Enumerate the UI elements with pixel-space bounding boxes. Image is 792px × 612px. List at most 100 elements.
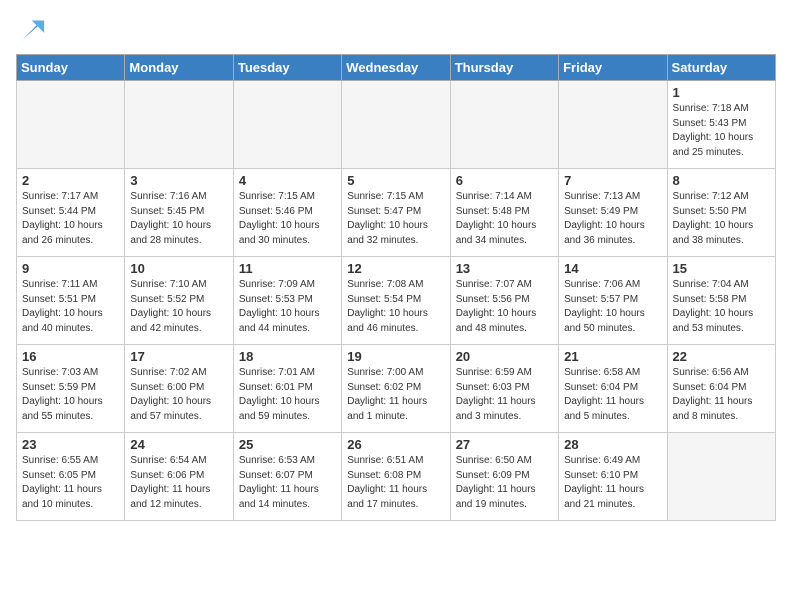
day-info: Sunrise: 7:06 AM Sunset: 5:57 PM Dayligh… [564, 278, 661, 336]
day-number: 3 [130, 173, 227, 188]
day-number: 1 [673, 85, 770, 100]
calendar-cell: 15 Sunrise: 7:04 AM Sunset: 5:58 PM Dayli… [667, 257, 775, 345]
calendar-cell: 16 Sunrise: 7:03 AM Sunset: 5:59 PM Dayli… [17, 345, 125, 433]
calendar-cell: 12 Sunrise: 7:08 AM Sunset: 5:54 PM Dayli… [342, 257, 450, 345]
day-number: 16 [22, 349, 119, 364]
day-info: Sunrise: 6:50 AM Sunset: 6:09 PM Dayligh… [456, 454, 553, 512]
day-info: Sunrise: 7:10 AM Sunset: 5:52 PM Dayligh… [130, 278, 227, 336]
day-number: 12 [347, 261, 444, 276]
day-number: 17 [130, 349, 227, 364]
calendar-cell: 19 Sunrise: 7:00 AM Sunset: 6:02 PM Dayli… [342, 345, 450, 433]
day-number: 19 [347, 349, 444, 364]
day-info: Sunrise: 6:54 AM Sunset: 6:06 PM Dayligh… [130, 454, 227, 512]
day-header-saturday: Saturday [667, 55, 775, 81]
calendar-cell: 18 Sunrise: 7:01 AM Sunset: 6:01 PM Dayli… [233, 345, 341, 433]
calendar-cell: 8Sunrise: 7:12 AM Sunset: 5:50 PM Daylig… [667, 169, 775, 257]
calendar-table: SundayMondayTuesdayWednesdayThursdayFrid… [16, 54, 776, 521]
day-number: 21 [564, 349, 661, 364]
day-info: Sunrise: 7:17 AM Sunset: 5:44 PM Dayligh… [22, 190, 119, 248]
day-number: 22 [673, 349, 770, 364]
day-info: Sunrise: 7:04 AM Sunset: 5:58 PM Dayligh… [673, 278, 770, 336]
day-info: Sunrise: 7:14 AM Sunset: 5:48 PM Dayligh… [456, 190, 553, 248]
day-number: 2 [22, 173, 119, 188]
day-number: 15 [673, 261, 770, 276]
calendar-cell: 14 Sunrise: 7:06 AM Sunset: 5:57 PM Dayli… [559, 257, 667, 345]
day-info: Sunrise: 7:00 AM Sunset: 6:02 PM Dayligh… [347, 366, 444, 424]
calendar-cell: 7 Sunrise: 7:13 AM Sunset: 5:49 PM Daylig… [559, 169, 667, 257]
day-number: 23 [22, 437, 119, 452]
day-number: 28 [564, 437, 661, 452]
day-info: Sunrise: 7:08 AM Sunset: 5:54 PM Dayligh… [347, 278, 444, 336]
day-number: 10 [130, 261, 227, 276]
calendar-cell: 9 Sunrise: 7:11 AM Sunset: 5:51 PM Daylig… [17, 257, 125, 345]
day-info: Sunrise: 7:02 AM Sunset: 6:00 PM Dayligh… [130, 366, 227, 424]
calendar-cell [450, 81, 558, 169]
calendar-cell: 23Sunrise: 6:55 AM Sunset: 6:05 PM Dayli… [17, 433, 125, 521]
day-info: Sunrise: 7:01 AM Sunset: 6:01 PM Dayligh… [239, 366, 336, 424]
day-header-monday: Monday [125, 55, 233, 81]
day-number: 25 [239, 437, 336, 452]
day-info: Sunrise: 7:13 AM Sunset: 5:49 PM Dayligh… [564, 190, 661, 248]
logo [16, 16, 46, 44]
day-info: Sunrise: 6:53 AM Sunset: 6:07 PM Dayligh… [239, 454, 336, 512]
calendar-cell: 25 Sunrise: 6:53 AM Sunset: 6:07 PM Dayli… [233, 433, 341, 521]
page-header [16, 16, 776, 44]
calendar-cell: 4Sunrise: 7:15 AM Sunset: 5:46 PM Daylig… [233, 169, 341, 257]
day-number: 4 [239, 173, 336, 188]
day-info: Sunrise: 7:15 AM Sunset: 5:47 PM Dayligh… [347, 190, 444, 248]
day-number: 18 [239, 349, 336, 364]
day-info: Sunrise: 6:58 AM Sunset: 6:04 PM Dayligh… [564, 366, 661, 424]
day-info: Sunrise: 7:09 AM Sunset: 5:53 PM Dayligh… [239, 278, 336, 336]
calendar-cell: 21 Sunrise: 6:58 AM Sunset: 6:04 PM Dayli… [559, 345, 667, 433]
calendar-cell [667, 433, 775, 521]
calendar-cell: 5 Sunrise: 7:15 AM Sunset: 5:47 PM Daylig… [342, 169, 450, 257]
week-row-3: 16 Sunrise: 7:03 AM Sunset: 5:59 PM Dayli… [17, 345, 776, 433]
calendar-cell: 28 Sunrise: 6:49 AM Sunset: 6:10 PM Dayli… [559, 433, 667, 521]
day-number: 7 [564, 173, 661, 188]
day-header-friday: Friday [559, 55, 667, 81]
calendar-cell [125, 81, 233, 169]
day-info: Sunrise: 7:11 AM Sunset: 5:51 PM Dayligh… [22, 278, 119, 336]
day-number: 13 [456, 261, 553, 276]
day-info: Sunrise: 7:07 AM Sunset: 5:56 PM Dayligh… [456, 278, 553, 336]
day-info: Sunrise: 6:56 AM Sunset: 6:04 PM Dayligh… [673, 366, 770, 424]
day-info: Sunrise: 7:16 AM Sunset: 5:45 PM Dayligh… [130, 190, 227, 248]
week-row-4: 23Sunrise: 6:55 AM Sunset: 6:05 PM Dayli… [17, 433, 776, 521]
day-header-tuesday: Tuesday [233, 55, 341, 81]
calendar-cell: 1 Sunrise: 7:18 AM Sunset: 5:43 PM Daylig… [667, 81, 775, 169]
day-number: 14 [564, 261, 661, 276]
calendar-cell: 27 Sunrise: 6:50 AM Sunset: 6:09 PM Dayli… [450, 433, 558, 521]
logo-icon [18, 16, 46, 44]
day-number: 11 [239, 261, 336, 276]
day-number: 24 [130, 437, 227, 452]
calendar-cell [17, 81, 125, 169]
day-number: 27 [456, 437, 553, 452]
calendar-cell [559, 81, 667, 169]
day-number: 9 [22, 261, 119, 276]
day-number: 20 [456, 349, 553, 364]
day-info: Sunrise: 6:51 AM Sunset: 6:08 PM Dayligh… [347, 454, 444, 512]
calendar-cell: 3 Sunrise: 7:16 AM Sunset: 5:45 PM Daylig… [125, 169, 233, 257]
calendar-cell: 13 Sunrise: 7:07 AM Sunset: 5:56 PM Dayli… [450, 257, 558, 345]
calendar-cell: 24 Sunrise: 6:54 AM Sunset: 6:06 PM Dayli… [125, 433, 233, 521]
calendar-cell: 20 Sunrise: 6:59 AM Sunset: 6:03 PM Dayli… [450, 345, 558, 433]
calendar-cell: 22 Sunrise: 6:56 AM Sunset: 6:04 PM Dayli… [667, 345, 775, 433]
week-row-0: 1 Sunrise: 7:18 AM Sunset: 5:43 PM Daylig… [17, 81, 776, 169]
day-header-wednesday: Wednesday [342, 55, 450, 81]
day-header-sunday: Sunday [17, 55, 125, 81]
day-info: Sunrise: 7:18 AM Sunset: 5:43 PM Dayligh… [673, 102, 770, 160]
day-info: Sunrise: 7:12 AM Sunset: 5:50 PM Dayligh… [673, 190, 770, 248]
calendar-body: 1 Sunrise: 7:18 AM Sunset: 5:43 PM Daylig… [17, 81, 776, 521]
day-number: 5 [347, 173, 444, 188]
calendar-cell: 26Sunrise: 6:51 AM Sunset: 6:08 PM Dayli… [342, 433, 450, 521]
day-header-thursday: Thursday [450, 55, 558, 81]
day-info: Sunrise: 6:49 AM Sunset: 6:10 PM Dayligh… [564, 454, 661, 512]
week-row-2: 9 Sunrise: 7:11 AM Sunset: 5:51 PM Daylig… [17, 257, 776, 345]
day-info: Sunrise: 7:03 AM Sunset: 5:59 PM Dayligh… [22, 366, 119, 424]
calendar-cell: 11 Sunrise: 7:09 AM Sunset: 5:53 PM Dayli… [233, 257, 341, 345]
calendar-cell [342, 81, 450, 169]
week-row-1: 2 Sunrise: 7:17 AM Sunset: 5:44 PM Daylig… [17, 169, 776, 257]
day-info: Sunrise: 6:59 AM Sunset: 6:03 PM Dayligh… [456, 366, 553, 424]
calendar-cell: 17 Sunrise: 7:02 AM Sunset: 6:00 PM Dayli… [125, 345, 233, 433]
calendar-cell: 6Sunrise: 7:14 AM Sunset: 5:48 PM Daylig… [450, 169, 558, 257]
